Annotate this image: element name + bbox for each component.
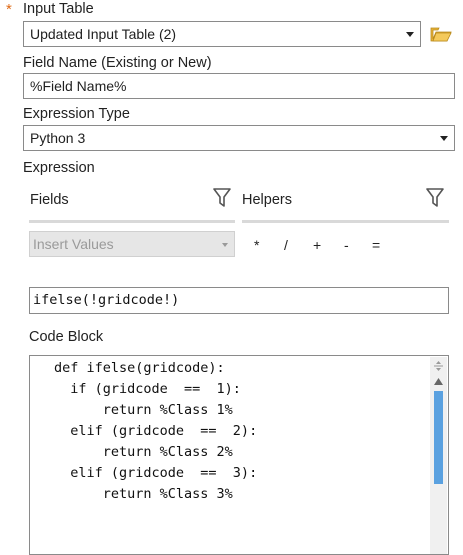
- input-table-label: Input Table: [23, 1, 94, 17]
- field-name-value: %Field Name%: [30, 78, 127, 94]
- code-line: return %Class 2%: [54, 444, 233, 460]
- code-block-label: Code Block: [29, 329, 104, 345]
- insert-values-dropdown: Insert Values: [29, 231, 235, 257]
- operator-equals-button[interactable]: =: [372, 237, 380, 253]
- code-line: return %Class 1%: [54, 402, 233, 418]
- funnel-filter-icon[interactable]: [426, 188, 444, 208]
- expression-input[interactable]: ifelse(!gridcode!): [29, 287, 449, 314]
- expression-label: Expression: [23, 160, 95, 176]
- expression-value: ifelse(!gridcode!): [33, 292, 180, 308]
- chevron-down-icon: [406, 32, 414, 37]
- required-marker: *: [6, 1, 12, 18]
- code-block-scrollbar[interactable]: [430, 357, 447, 554]
- code-line: if (gridcode == 1):: [54, 381, 241, 397]
- field-name-label: Field Name (Existing or New): [23, 55, 212, 71]
- tab-fields-underline: [29, 220, 235, 223]
- operator-add-button[interactable]: +: [313, 237, 321, 253]
- scroll-up-arrow-icon[interactable]: [433, 377, 444, 386]
- expression-type-value: Python 3: [30, 130, 86, 146]
- funnel-filter-icon[interactable]: [213, 188, 231, 208]
- chevron-down-icon: [222, 243, 228, 247]
- tab-helpers-underline: [242, 220, 449, 223]
- input-table-value: Updated Input Table (2): [30, 26, 177, 42]
- code-line: return %Class 3%: [54, 486, 233, 502]
- field-name-input[interactable]: %Field Name%: [23, 73, 455, 99]
- code-line: elif (gridcode == 3):: [54, 465, 258, 481]
- split-handle-icon[interactable]: [433, 360, 444, 372]
- tab-helpers[interactable]: Helpers: [242, 192, 292, 208]
- operator-divide-button[interactable]: /: [284, 237, 288, 253]
- expression-type-label: Expression Type: [23, 106, 130, 122]
- expression-type-dropdown[interactable]: Python 3: [23, 125, 455, 151]
- chevron-down-icon: [440, 136, 448, 141]
- operator-subtract-button[interactable]: -: [344, 237, 349, 253]
- code-line: elif (gridcode == 2):: [54, 423, 258, 439]
- insert-values-label: Insert Values: [33, 236, 114, 252]
- tab-fields[interactable]: Fields: [30, 192, 69, 208]
- scrollbar-thumb[interactable]: [434, 391, 443, 484]
- code-line: def ifelse(gridcode):: [54, 360, 225, 376]
- code-block-editor[interactable]: def ifelse(gridcode): if (gridcode == 1)…: [29, 355, 449, 555]
- folder-open-icon[interactable]: [430, 25, 452, 43]
- input-table-dropdown[interactable]: Updated Input Table (2): [23, 21, 421, 47]
- operator-multiply-button[interactable]: *: [254, 237, 259, 253]
